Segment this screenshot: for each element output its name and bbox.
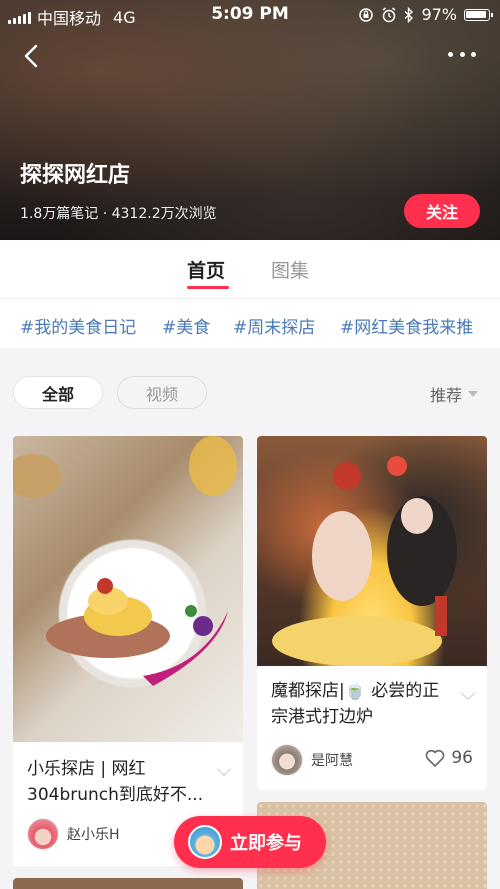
topic-banner: 中国移动 4G 5:09 PM 97% 探探网红店 1.8万篇笔记 · 4312… xyxy=(0,0,500,240)
more-dot-icon xyxy=(471,51,476,57)
page-title: 探探网红店 xyxy=(20,163,131,188)
filter-all-chip[interactable]: 全部 xyxy=(13,376,103,409)
note-card[interactable]: 魔都探店|🍵 必尝的正宗港式打边炉 是阿慧 96 xyxy=(257,436,487,790)
battery-icon xyxy=(464,8,493,21)
street-hotpot-illustration xyxy=(272,456,457,666)
battery-percent: 97% xyxy=(421,5,457,24)
more-dot-icon xyxy=(448,51,453,57)
hashtag-food[interactable]: #美食 xyxy=(162,313,210,338)
tab-bar: 首页 图集 xyxy=(0,240,500,298)
active-tab-indicator xyxy=(187,286,229,289)
sort-label: 推荐 xyxy=(429,386,462,405)
hashtag-influencer-food[interactable]: #网红美食我来推 xyxy=(340,313,473,338)
more-options-button[interactable] xyxy=(448,44,476,64)
chevron-left-icon xyxy=(24,44,38,68)
status-bar: 中国移动 4G 5:09 PM 97% xyxy=(0,0,500,30)
follow-button[interactable]: 关注 xyxy=(404,194,480,228)
note-title: 魔都探店|🍵 必尝的正宗港式打边炉 xyxy=(271,681,440,727)
avatar xyxy=(27,818,59,850)
more-dot-icon xyxy=(459,51,465,57)
like-count: 96 xyxy=(451,748,473,768)
mascot-avatar xyxy=(188,825,222,859)
note-title: 小乐探店 | 网红304brunch到底好不... xyxy=(27,759,204,805)
like-button[interactable]: 96 xyxy=(425,748,473,768)
hashtag-my-food-diary[interactable]: #我的美食日记 xyxy=(20,313,136,338)
sort-dropdown[interactable]: 推荐 xyxy=(430,382,478,406)
hashtag-weekend-visit[interactable]: #周末探店 xyxy=(233,313,315,338)
tab-home[interactable]: 首页 xyxy=(187,256,229,289)
back-button[interactable] xyxy=(16,40,48,72)
author-name: 赵小乐H xyxy=(67,827,120,843)
note-card[interactable]: 小乐探店 | 网红304brunch到底好不... 赵小乐H xyxy=(13,436,243,866)
topic-stats: 1.8万篇笔记 · 4312.2万次浏览 xyxy=(20,206,217,222)
rotation-lock-icon xyxy=(359,7,374,22)
alarm-icon xyxy=(382,6,396,22)
chevron-down-icon[interactable] xyxy=(460,685,476,701)
tab-gallery[interactable]: 图集 xyxy=(271,256,309,283)
note-card[interactable] xyxy=(13,878,243,889)
chevron-down-icon[interactable] xyxy=(216,761,232,777)
heart-icon xyxy=(426,749,445,767)
food-plate-photo xyxy=(13,436,243,742)
street-hotpot-photo xyxy=(257,436,487,666)
note-author[interactable]: 赵小乐H xyxy=(27,818,120,850)
join-now-label: 立即参与 xyxy=(230,833,302,854)
note-author[interactable]: 是阿慧 xyxy=(271,744,353,776)
filter-bar: 全部 视频 推荐 xyxy=(0,360,500,424)
filter-video-chip[interactable]: 视频 xyxy=(117,376,207,409)
tab-home-label: 首页 xyxy=(187,260,226,282)
join-now-button[interactable]: 立即参与 xyxy=(174,816,326,868)
bluetooth-icon xyxy=(404,6,414,23)
avatar xyxy=(271,744,303,776)
author-name: 是阿慧 xyxy=(311,753,353,769)
hashtag-row: #我的美食日记 #美食 #周末探店 #网红美食我来推 xyxy=(0,298,500,348)
caret-down-icon xyxy=(468,391,478,397)
food-plate-illustration xyxy=(13,436,237,686)
